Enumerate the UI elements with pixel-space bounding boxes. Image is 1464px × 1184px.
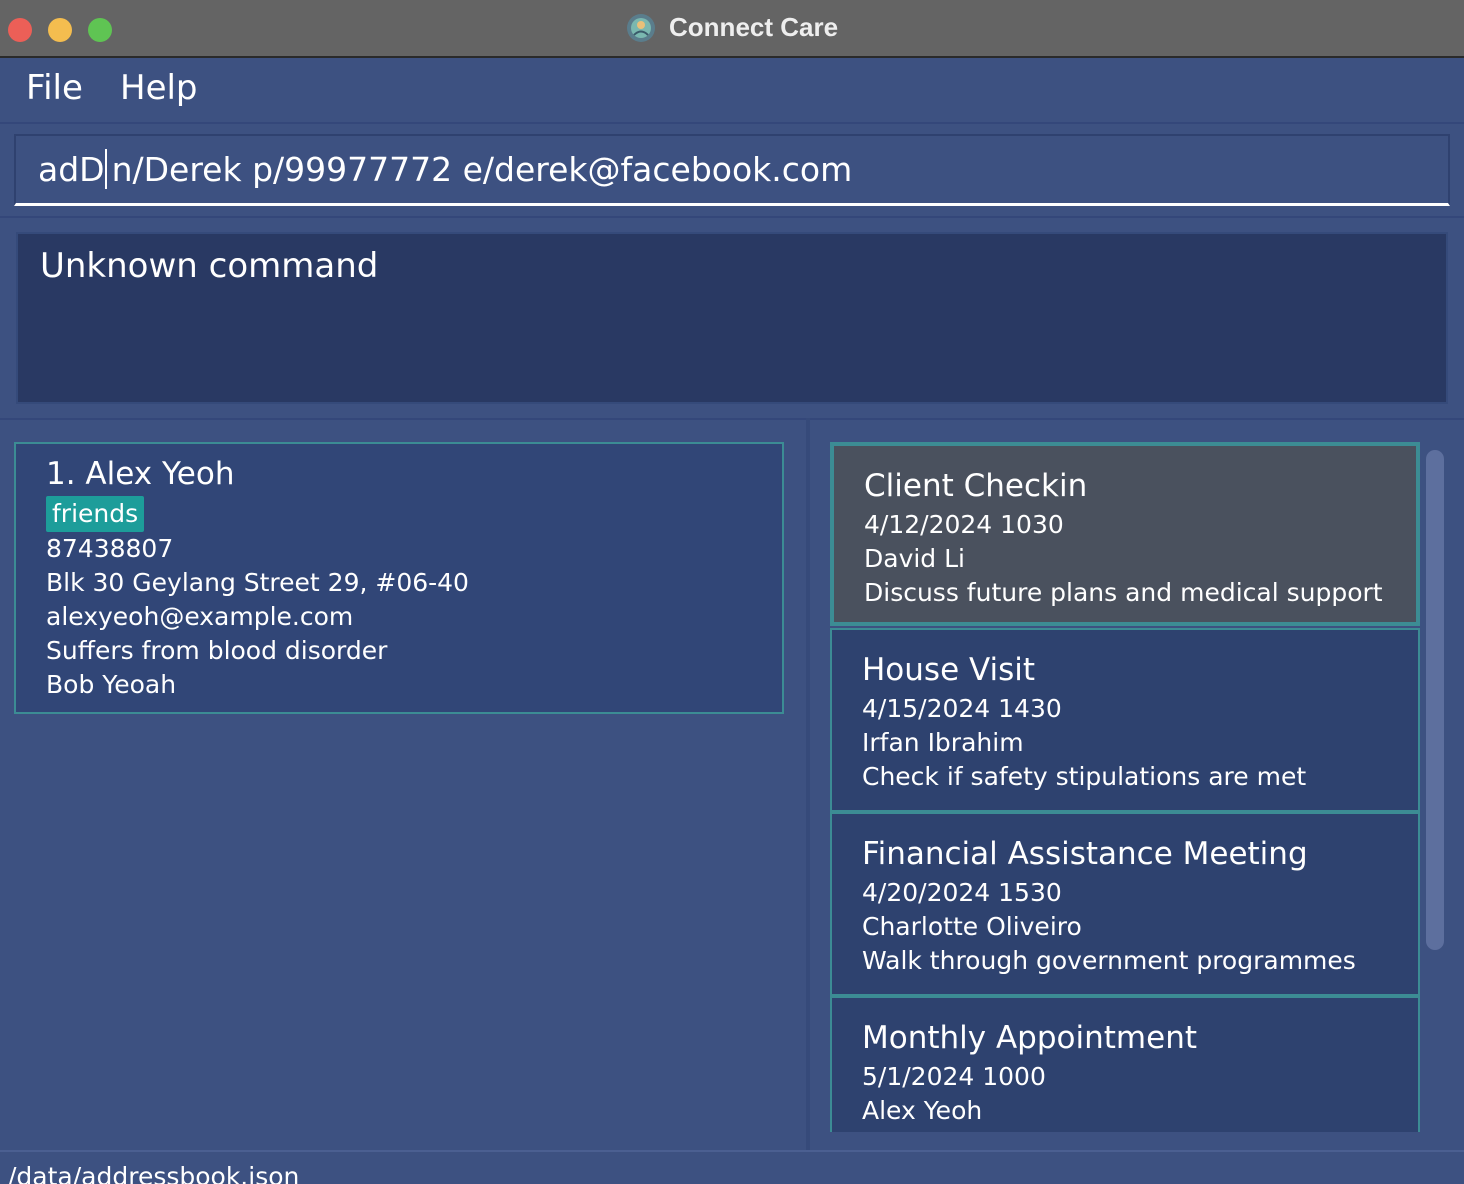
appointment-title: House Visit — [862, 652, 1036, 688]
command-text-before-caret: adD — [38, 150, 105, 189]
status-bar: /data/addressbook.json — [0, 1150, 1464, 1184]
appointment-card[interactable]: House Visit 4/15/2024 1430 Irfan Ibrahim… — [830, 628, 1420, 812]
command-text-after-caret: n/Derek p/99977772 e/derek@facebook.com — [111, 150, 853, 189]
appointment-client: Alex Yeoh — [862, 1096, 983, 1125]
person-next-of-kin: Bob Yeoah — [46, 670, 177, 699]
appointment-description: Walk through government programmes — [862, 946, 1356, 975]
scrollbar-thumb[interactable] — [1426, 450, 1444, 950]
command-text: adD n/Derek p/99977772 e/derek@facebook.c… — [38, 148, 853, 192]
person-list-panel: 1. Alex Yeoh friends 87438807 Blk 30 Gey… — [0, 418, 806, 1150]
appointment-datetime: 4/15/2024 1430 — [862, 694, 1062, 723]
appointment-client: Irfan Ibrahim — [862, 728, 1024, 757]
command-area: adD n/Derek p/99977772 e/derek@facebook.c… — [0, 124, 1464, 218]
result-message: Unknown command — [40, 246, 379, 286]
appointment-list: Client Checkin 4/12/2024 1030 David Li D… — [830, 442, 1420, 1132]
appointment-title: Client Checkin — [864, 468, 1088, 504]
appointment-title: Financial Assistance Meeting — [862, 836, 1308, 872]
result-display[interactable]: Unknown command — [16, 232, 1448, 404]
appointment-title: Monthly Appointment — [862, 1020, 1197, 1056]
person-name: 1. Alex Yeoh — [46, 456, 235, 492]
appointment-datetime: 5/1/2024 1000 — [862, 1062, 1046, 1091]
window-title-wrap: Connect Care — [0, 12, 1464, 43]
appointment-card[interactable]: Financial Assistance Meeting 4/20/2024 1… — [830, 812, 1420, 996]
title-bar: Connect Care — [0, 0, 1464, 58]
text-caret — [104, 148, 107, 189]
appointment-card[interactable]: Client Checkin 4/12/2024 1030 David Li D… — [830, 442, 1420, 626]
menu-file[interactable]: File — [26, 68, 83, 108]
save-location-path: /data/addressbook.json — [8, 1162, 300, 1184]
appointment-scrollbar[interactable] — [1422, 442, 1446, 1132]
command-input[interactable]: adD n/Derek p/99977772 e/derek@facebook.c… — [14, 134, 1450, 206]
appointment-datetime: 4/20/2024 1530 — [862, 878, 1062, 907]
person-phone: 87438807 — [46, 534, 174, 563]
app-logo-icon — [626, 13, 655, 42]
person-medical-info: Suffers from blood disorder — [46, 636, 388, 665]
appointment-description: Check if safety stipulations are met — [862, 762, 1307, 791]
person-tag: friends — [46, 496, 145, 532]
appointment-description: Discuss future plans and medical support — [864, 578, 1383, 607]
appointment-client: Charlotte Oliveiro — [862, 912, 1082, 941]
appointment-datetime: 4/12/2024 1030 — [864, 510, 1064, 539]
appointment-list-panel: Client Checkin 4/12/2024 1030 David Li D… — [810, 418, 1464, 1150]
appointment-client: David Li — [864, 544, 966, 573]
person-address: Blk 30 Geylang Street 29, #06-40 — [46, 568, 469, 597]
person-card[interactable]: 1. Alex Yeoh friends 87438807 Blk 30 Gey… — [14, 442, 784, 714]
person-email: alexyeoh@example.com — [46, 602, 354, 631]
menu-bar: File Help — [0, 58, 1464, 124]
appointment-card[interactable]: Monthly Appointment 5/1/2024 1000 Alex Y… — [830, 996, 1420, 1132]
window-title: Connect Care — [669, 12, 839, 42]
menu-help[interactable]: Help — [120, 68, 198, 108]
